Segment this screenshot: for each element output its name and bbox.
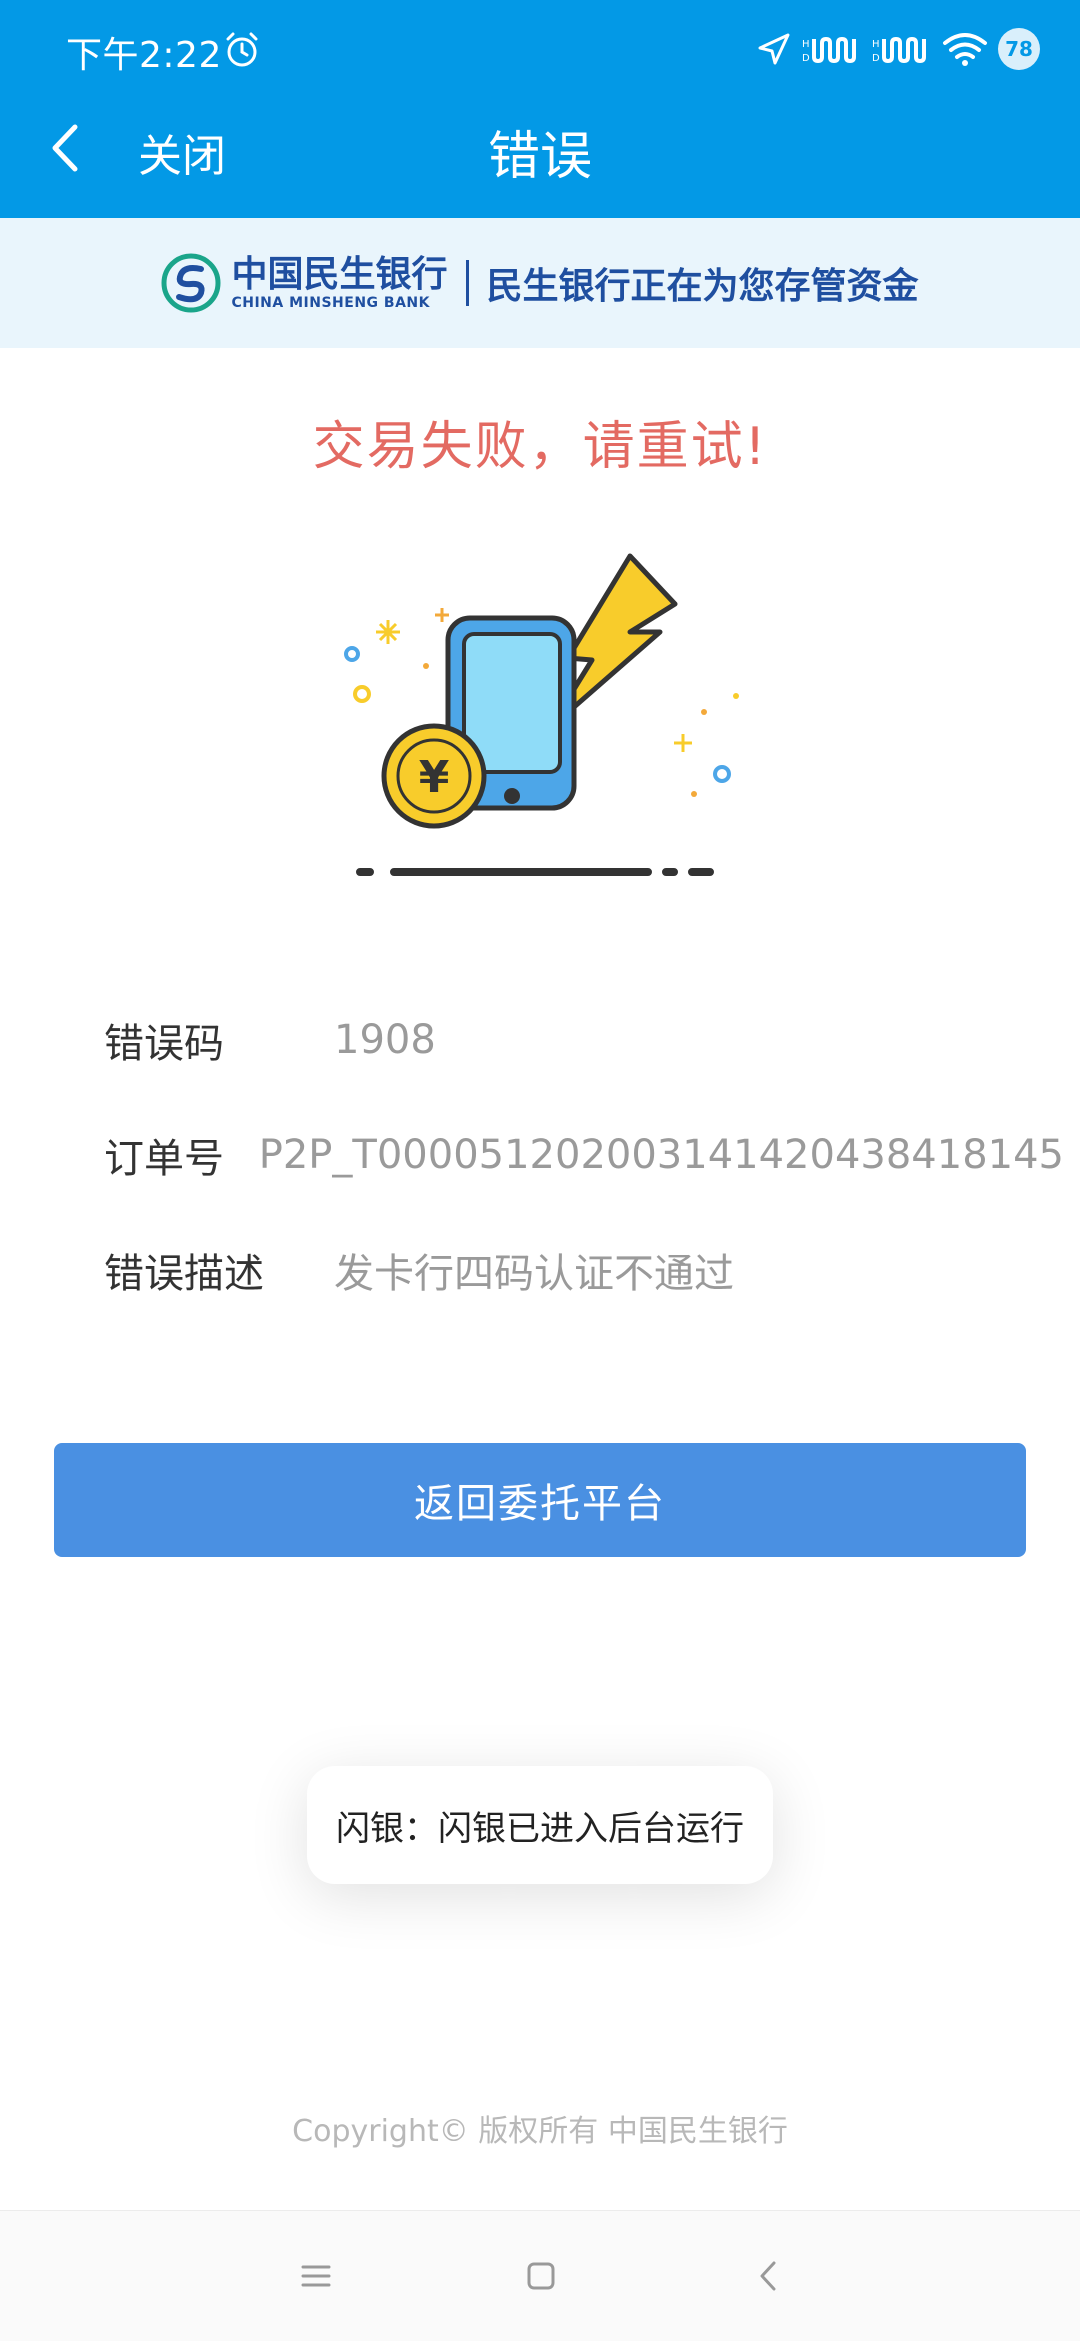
order-number-label: 订单号 <box>104 1136 224 1182</box>
svg-text:¥: ¥ <box>419 752 450 803</box>
bank-name-english: CHINA MINSHENG BANK <box>231 295 430 311</box>
battery-level: 78 <box>1005 37 1033 61</box>
svg-text:H: H <box>872 39 880 50</box>
status-time: 下午2:22 <box>66 35 222 76</box>
bank-logo: 中国民生银行 CHINA MINSHENG BANK <box>161 253 448 313</box>
battery-icon: 78 <box>998 28 1040 70</box>
error-code-row: 错误码 1908 <box>104 1010 1064 1070</box>
hd-signal-icon: H D <box>872 36 926 64</box>
svg-text:D: D <box>802 53 810 64</box>
error-description-label: 错误描述 <box>104 1251 264 1297</box>
bank-name: 中国民生银行 <box>231 254 448 295</box>
error-code-value: 1908 <box>334 1017 436 1063</box>
system-nav-bar <box>0 2210 1080 2341</box>
home-button[interactable] <box>521 2256 561 2296</box>
back-icon <box>760 2261 776 2291</box>
bank-banner: 中国民生银行 CHINA MINSHENG BANK 民生银行正在为您存管资金 <box>0 218 1080 348</box>
banner-divider <box>465 260 469 306</box>
banner-slogan: 民生银行正在为您存管资金 <box>486 266 919 307</box>
wifi-icon <box>943 33 987 66</box>
status-icons: H D H D 78 <box>756 24 1040 74</box>
system-back-button[interactable] <box>748 2256 788 2296</box>
svg-text:D: D <box>872 53 880 64</box>
page-title: 错误 <box>487 127 592 187</box>
menu-icon <box>301 2265 331 2287</box>
svg-text:H: H <box>802 39 810 50</box>
order-number-value: P2P_T000051202003141420438418145 <box>258 1132 1064 1178</box>
error-code-label: 错误码 <box>104 1021 224 1067</box>
minsheng-logo-icon <box>161 253 221 313</box>
menu-button[interactable] <box>296 2256 336 2296</box>
copyright-text: Copyright© 版权所有 中国民生银行 <box>292 2114 788 2149</box>
error-description-row: 错误描述 发卡行四码认证不通过 <box>104 1240 1064 1300</box>
alarm-icon <box>226 32 258 67</box>
error-description-value: 发卡行四码认证不通过 <box>334 1251 734 1297</box>
phone-payment-error-illustration: ¥ <box>344 553 739 876</box>
top-bar: 下午2:22 H D H D 78 关闭 错误 <box>0 0 1080 218</box>
home-icon <box>527 2262 555 2290</box>
return-to-platform-button[interactable]: 返回委托平台 <box>54 1443 1026 1557</box>
failure-message: 交易失败，请重试! <box>312 417 768 477</box>
location-icon <box>758 33 790 65</box>
hd-signal-icon: H D <box>802 36 856 64</box>
toast-message: 闪银：闪银已进入后台运行 <box>307 1766 773 1884</box>
order-number-row: 订单号 P2P_T000051202003141420438418145 <box>104 1125 1064 1185</box>
